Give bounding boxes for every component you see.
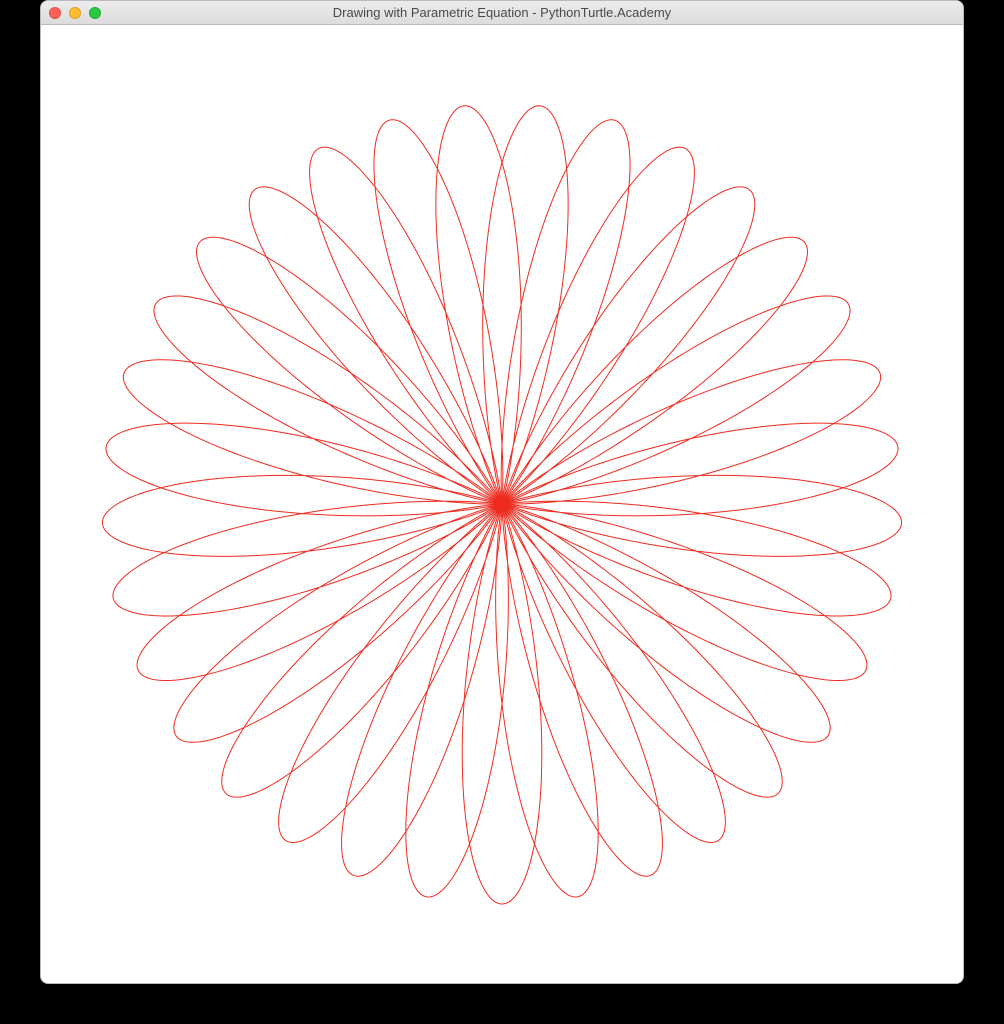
app-window: Drawing with Parametric Equation - Pytho… bbox=[40, 0, 964, 984]
close-icon[interactable] bbox=[49, 7, 61, 19]
traffic-lights bbox=[49, 7, 101, 19]
parametric-plot bbox=[41, 25, 963, 983]
titlebar[interactable]: Drawing with Parametric Equation - Pytho… bbox=[41, 1, 963, 25]
drawing-canvas bbox=[41, 25, 963, 983]
parametric-curve bbox=[102, 106, 901, 904]
zoom-icon[interactable] bbox=[89, 7, 101, 19]
minimize-icon[interactable] bbox=[69, 7, 81, 19]
window-title: Drawing with Parametric Equation - Pytho… bbox=[41, 5, 963, 20]
